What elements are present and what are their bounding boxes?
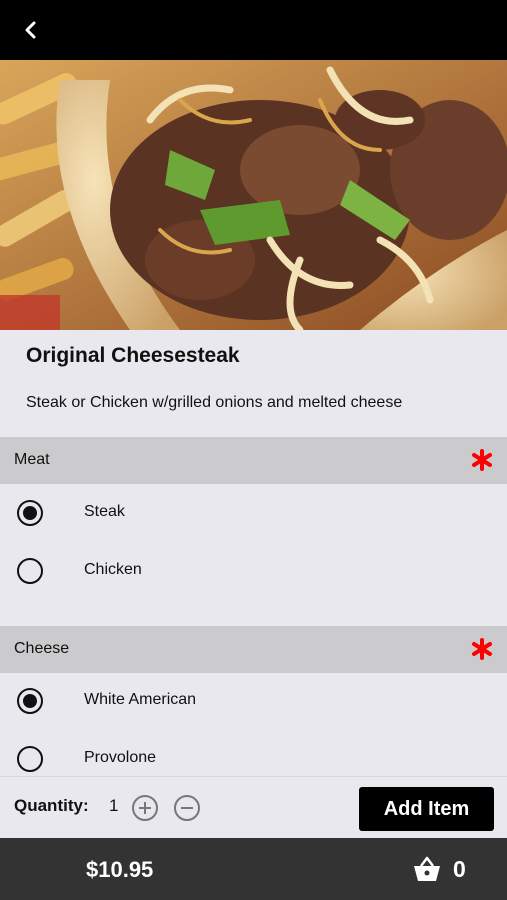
increase-quantity-button[interactable]: [132, 795, 158, 821]
option-steak[interactable]: Steak: [0, 484, 507, 542]
item-title: Original Cheesesteak: [26, 344, 240, 367]
radio-selected-icon[interactable]: [17, 500, 43, 526]
quantity-value: 1: [109, 796, 119, 815]
basket-icon[interactable]: [412, 854, 442, 884]
option-label: Steak: [84, 503, 125, 520]
option-white-american[interactable]: White American: [0, 672, 507, 730]
back-button[interactable]: [14, 14, 48, 46]
item-description: Steak or Chicken w/grilled onions and me…: [26, 394, 403, 411]
section-label: Cheese: [14, 640, 70, 657]
section-header-cheese: Cheese: [0, 626, 507, 673]
option-chicken[interactable]: Chicken: [0, 542, 507, 600]
option-label: Provolone: [84, 749, 157, 766]
order-total: $10.95: [86, 857, 154, 882]
cart-count: 0: [453, 856, 466, 882]
radio-selected-icon[interactable]: [17, 688, 43, 714]
required-asterisk-icon: [472, 449, 492, 471]
option-label: White American: [84, 691, 197, 708]
quantity-label: Quantity:: [14, 796, 89, 815]
chevron-left-icon: [25, 21, 36, 39]
decrease-quantity-button[interactable]: [174, 795, 200, 821]
section-header-meat: Meat: [0, 437, 507, 484]
radio-unselected-icon[interactable]: [17, 746, 43, 772]
radio-unselected-icon[interactable]: [17, 558, 43, 584]
item-photo: [0, 60, 507, 330]
bottom-bar: $10.95 0: [0, 838, 507, 900]
top-bar: [0, 0, 507, 60]
option-label: Chicken: [84, 561, 142, 578]
cheesesteak-photo: [0, 60, 507, 330]
add-item-button[interactable]: Add Item: [359, 787, 494, 831]
quantity-bar: Quantity: 1 Add Item: [0, 776, 507, 838]
required-asterisk-icon: [472, 638, 492, 660]
section-label: Meat: [14, 451, 50, 468]
